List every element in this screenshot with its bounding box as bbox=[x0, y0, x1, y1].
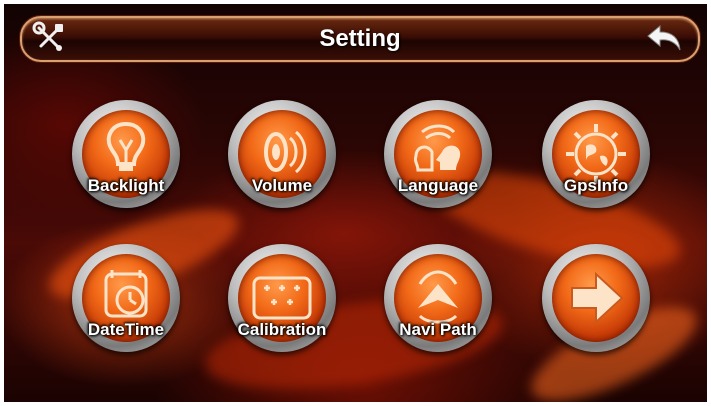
settings-screen: Setting Backlight Volume Language GpsInf… bbox=[4, 4, 707, 402]
datetime-button[interactable]: DateTime bbox=[66, 244, 186, 364]
volume-button[interactable]: Volume bbox=[222, 100, 342, 220]
calibration-button[interactable]: Calibration bbox=[222, 244, 342, 364]
item-label: GpsInfo bbox=[563, 176, 629, 195]
language-button[interactable]: Language bbox=[378, 100, 498, 220]
item-label: Volume bbox=[251, 176, 313, 195]
back-arrow-icon[interactable] bbox=[646, 22, 684, 54]
gpsinfo-button[interactable]: GpsInfo bbox=[536, 100, 656, 220]
item-label: DateTime bbox=[87, 320, 165, 339]
button-ring bbox=[542, 244, 650, 352]
item-label: Language bbox=[397, 176, 479, 195]
button-core bbox=[552, 254, 640, 342]
next-page-button[interactable] bbox=[536, 244, 656, 364]
item-label: Backlight bbox=[87, 176, 165, 195]
item-label: Navi Path bbox=[399, 320, 477, 339]
backlight-button[interactable]: Backlight bbox=[66, 100, 186, 220]
page-title: Setting bbox=[319, 25, 401, 52]
navi-path-button[interactable]: Navi Path bbox=[378, 244, 498, 364]
title-bar: Setting bbox=[20, 16, 700, 62]
item-label: Calibration bbox=[237, 320, 327, 339]
next-page-arrow-icon bbox=[571, 271, 624, 325]
